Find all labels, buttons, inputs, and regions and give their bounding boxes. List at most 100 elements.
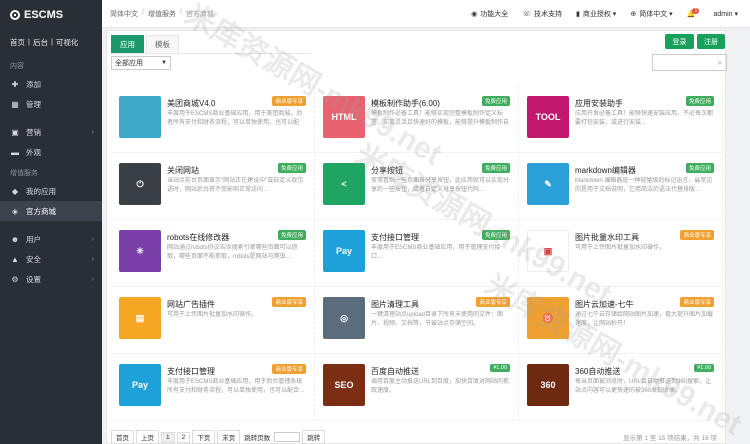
crumb-addon[interactable]: 增值服务 bbox=[148, 9, 176, 19]
app-desc: 丰度用于ESCMS商业基础应用，用于后台管理系统所有支付和财务流程，可以单独使用… bbox=[167, 379, 305, 394]
app-card[interactable]: 美团商城V4.0 丰度用于ESCMS商业基础应用，用于美团商城，后者所有支付和财务… bbox=[111, 86, 315, 153]
tab-templates[interactable]: 模板 bbox=[146, 35, 179, 53]
app-thumb-icon[interactable]: 360 bbox=[527, 364, 569, 406]
page-prev[interactable]: 上页 bbox=[136, 430, 159, 444]
sidebar-item-my-apps[interactable]: ◆ 我的应用 bbox=[0, 181, 102, 201]
search-input[interactable]: ⌕ bbox=[652, 54, 727, 71]
chevron-right-icon: › bbox=[91, 235, 94, 243]
app-thumb-icon[interactable]: SEO bbox=[323, 364, 365, 406]
app-name[interactable]: robots在线修改器 bbox=[167, 232, 229, 243]
app-icon: ◆ bbox=[11, 186, 19, 196]
app-card[interactable]: ⏻ 关闭网站 当站点前台页面显示"网站正在建设中"或自定义提示语时，网站后台将不受影… bbox=[111, 153, 315, 220]
sidebar-item-users[interactable]: ☻ 用户 › bbox=[0, 229, 102, 249]
page-next[interactable]: 下页 bbox=[192, 430, 216, 444]
app-card[interactable]: ◎ 图片清理工具 一键清理站点upload目录下所有未使用的文件：图片、视频、文档等… bbox=[315, 287, 519, 354]
sidebar-item-security[interactable]: ▲ 安全 › bbox=[0, 249, 102, 269]
tab-apps[interactable]: 应用 bbox=[111, 35, 144, 53]
app-name[interactable]: 图片清理工具 bbox=[371, 299, 419, 310]
jump-button[interactable]: 跳转 bbox=[302, 430, 326, 444]
app-tag-badge: 商业版专享 bbox=[272, 364, 306, 374]
app-desc: Markdown 编辑器是一种轻量级的标记语言，最常见的是用于文档说明，它用简洁… bbox=[575, 178, 713, 193]
app-card[interactable]: ✎ markdown编辑器 Markdown 编辑器是一种轻量级的标记语言，最常见的… bbox=[519, 153, 723, 220]
app-tag-badge: 免费应用 bbox=[277, 163, 306, 173]
app-name[interactable]: 美团商城V4.0 bbox=[167, 98, 215, 109]
header-features[interactable]: ◉ 功能大全 bbox=[471, 9, 508, 19]
app-card[interactable]: ▤ 网站广告插件 可用于上传图片批量加水印操作。 商业版专享 bbox=[111, 287, 315, 354]
app-thumb-icon[interactable]: HTML bbox=[323, 96, 365, 138]
app-name[interactable]: 支付接口管理 bbox=[167, 366, 215, 377]
app-card[interactable]: 360 360自动推送 每当页面被浏览时，URL会自动推送到360搜索，让站点内容可… bbox=[519, 354, 723, 421]
app-name[interactable]: 图片批量水印工具 bbox=[575, 232, 639, 243]
app-name[interactable]: 应用安装助手 bbox=[575, 98, 623, 109]
app-thumb-icon[interactable]: ▤ bbox=[119, 297, 161, 339]
app-desc: 常常看到一些页面有分享按钮，此应用就可以实现分享的一些按钮，或者自定义分享按钮代… bbox=[371, 178, 509, 193]
app-card[interactable]: Pay 支付接口管理 丰度用于ESCMS商业基础应用，用于管理支付接口… 免费应用 bbox=[315, 220, 519, 287]
sidebar-topnav: 首页 | 后台 | 可视化 bbox=[0, 30, 102, 55]
app-card[interactable]: ✳ robots在线修改器 网站通过robots协议告诉搜索引擎哪些页面可以抓取，哪… bbox=[111, 220, 315, 287]
nav-admin[interactable]: 后台 bbox=[33, 37, 48, 48]
app-name[interactable]: 图片云加速-七牛 bbox=[575, 299, 634, 310]
app-card[interactable]: HTML 模板制作助手(6.00) 模板制作必备工具！能够实现完整模板制作定义标签，… bbox=[315, 86, 519, 153]
plus-icon: ✚ bbox=[11, 79, 19, 89]
app-thumb-icon[interactable] bbox=[119, 96, 161, 138]
jump-label: 跳转页数 bbox=[244, 435, 271, 442]
app-thumb-icon[interactable]: ⏻ bbox=[119, 163, 161, 205]
app-name[interactable]: 模板制作助手(6.00) bbox=[371, 98, 440, 109]
app-desc: 丰度用于ESCMS商业基础应用，用于管理支付接口… bbox=[371, 245, 501, 260]
register-button[interactable]: 注册 bbox=[697, 34, 725, 49]
app-thumb-icon[interactable]: TOOL bbox=[527, 96, 569, 138]
app-card[interactable]: < 分享按钮常常看到一些页面有分享按钮，此应用就可以实现分享的一些按钮，或者自定义… bbox=[315, 153, 519, 220]
page-last[interactable]: 末页 bbox=[217, 430, 241, 444]
gear-icon: ⚙ bbox=[11, 274, 19, 284]
app-card[interactable]: ♉ 图片云加速-七牛 通过七牛云存储给网站图片加速，极大提升图片加载速度，让网站秒开… bbox=[519, 287, 723, 354]
app-thumb-icon[interactable]: ✳ bbox=[119, 230, 161, 272]
jump-input[interactable] bbox=[274, 432, 301, 442]
page-1[interactable]: 1 bbox=[161, 431, 175, 443]
sidebar-item-settings[interactable]: ⚙ 设置 › bbox=[0, 269, 102, 289]
header-support[interactable]: ☏ 技术支持 bbox=[522, 9, 562, 19]
app-name[interactable]: 支付接口管理 bbox=[371, 232, 419, 243]
header-lang[interactable]: ⊕ 简体中文 ▾ bbox=[630, 9, 672, 19]
crumb-lang[interactable]: 简体中文 bbox=[110, 9, 138, 19]
app-name[interactable]: 分享按钮 bbox=[371, 165, 403, 176]
app-thumb-icon[interactable]: ◎ bbox=[323, 297, 365, 339]
header-license[interactable]: ▮ 商业授权 ▾ bbox=[576, 9, 616, 19]
logo[interactable]: ESCMS bbox=[0, 0, 102, 30]
login-button[interactable]: 登录 bbox=[665, 34, 694, 49]
breadcrumb: 简体中文 / 增值服务 / 官方商城 bbox=[102, 9, 214, 19]
app-name[interactable]: 网站广告插件 bbox=[167, 299, 215, 310]
nav-home[interactable]: 首页 bbox=[10, 37, 25, 48]
category-select[interactable]: 全部应用 ▼ bbox=[111, 56, 171, 70]
header-user[interactable]: admin ▾ bbox=[713, 10, 738, 18]
app-name[interactable]: 360自动推送 bbox=[575, 366, 620, 377]
app-thumb-icon[interactable]: Pay bbox=[323, 230, 365, 272]
app-name[interactable]: 百度自动推送 bbox=[371, 366, 419, 377]
search-icon[interactable]: ⌕ bbox=[718, 58, 722, 68]
sidebar-item-store[interactable]: ◈ 官方商城 bbox=[0, 201, 102, 221]
page-first[interactable]: 首页 bbox=[111, 430, 134, 444]
features-icon: ◉ bbox=[471, 10, 478, 18]
app-thumb-icon[interactable]: Pay bbox=[119, 364, 161, 406]
app-tag-badge: 免费应用 bbox=[685, 96, 714, 106]
header-bell[interactable]: 🔔1 bbox=[687, 7, 700, 18]
nav-visual[interactable]: 可视化 bbox=[56, 37, 79, 48]
sidebar-item-appearance[interactable]: ▬ 外观 bbox=[0, 142, 102, 162]
sidebar-item-manage[interactable]: ▦ 管理 bbox=[0, 94, 102, 114]
app-thumb-icon[interactable]: ♉ bbox=[527, 297, 569, 339]
app-card[interactable]: SEO 百度自动推送 调用百度主动推送URL到百度，加快百度对网站的抓取速度。 ¥1.… bbox=[315, 354, 519, 421]
section-addon-title: 增值服务 bbox=[10, 170, 38, 177]
app-thumb-icon[interactable]: ▣ bbox=[527, 230, 569, 272]
app-thumb-icon[interactable]: ✎ bbox=[527, 163, 569, 205]
app-thumb-icon[interactable]: < bbox=[323, 163, 365, 205]
app-name[interactable]: markdown编辑器 bbox=[575, 165, 636, 176]
sidebar-item-label: 用户 bbox=[26, 234, 41, 244]
page-2[interactable]: 2 bbox=[176, 431, 191, 443]
app-card[interactable]: TOOL 应用安装助手 应用开发必备工具！能够快速安装应用，不必每次都要打包安装，或… bbox=[519, 86, 723, 153]
sidebar-item-marketing[interactable]: ▣ 营销 › bbox=[0, 122, 102, 142]
sidebar-item-add[interactable]: ✚ 添加 bbox=[0, 74, 102, 94]
app-desc: 可用于上传图片批量加水印操作。 bbox=[167, 312, 258, 318]
nav-sep: | bbox=[50, 37, 53, 46]
app-card[interactable]: ▣ 图片批量水印工具 可用于上传图片批量加水印操作。 商业版专享 bbox=[519, 220, 723, 287]
app-name[interactable]: 关闭网站 bbox=[167, 165, 199, 176]
app-card[interactable]: Pay 支付接口管理丰度用于ESCMS商业基础应用，用于后台管理系统所有支付和财务… bbox=[111, 354, 315, 421]
